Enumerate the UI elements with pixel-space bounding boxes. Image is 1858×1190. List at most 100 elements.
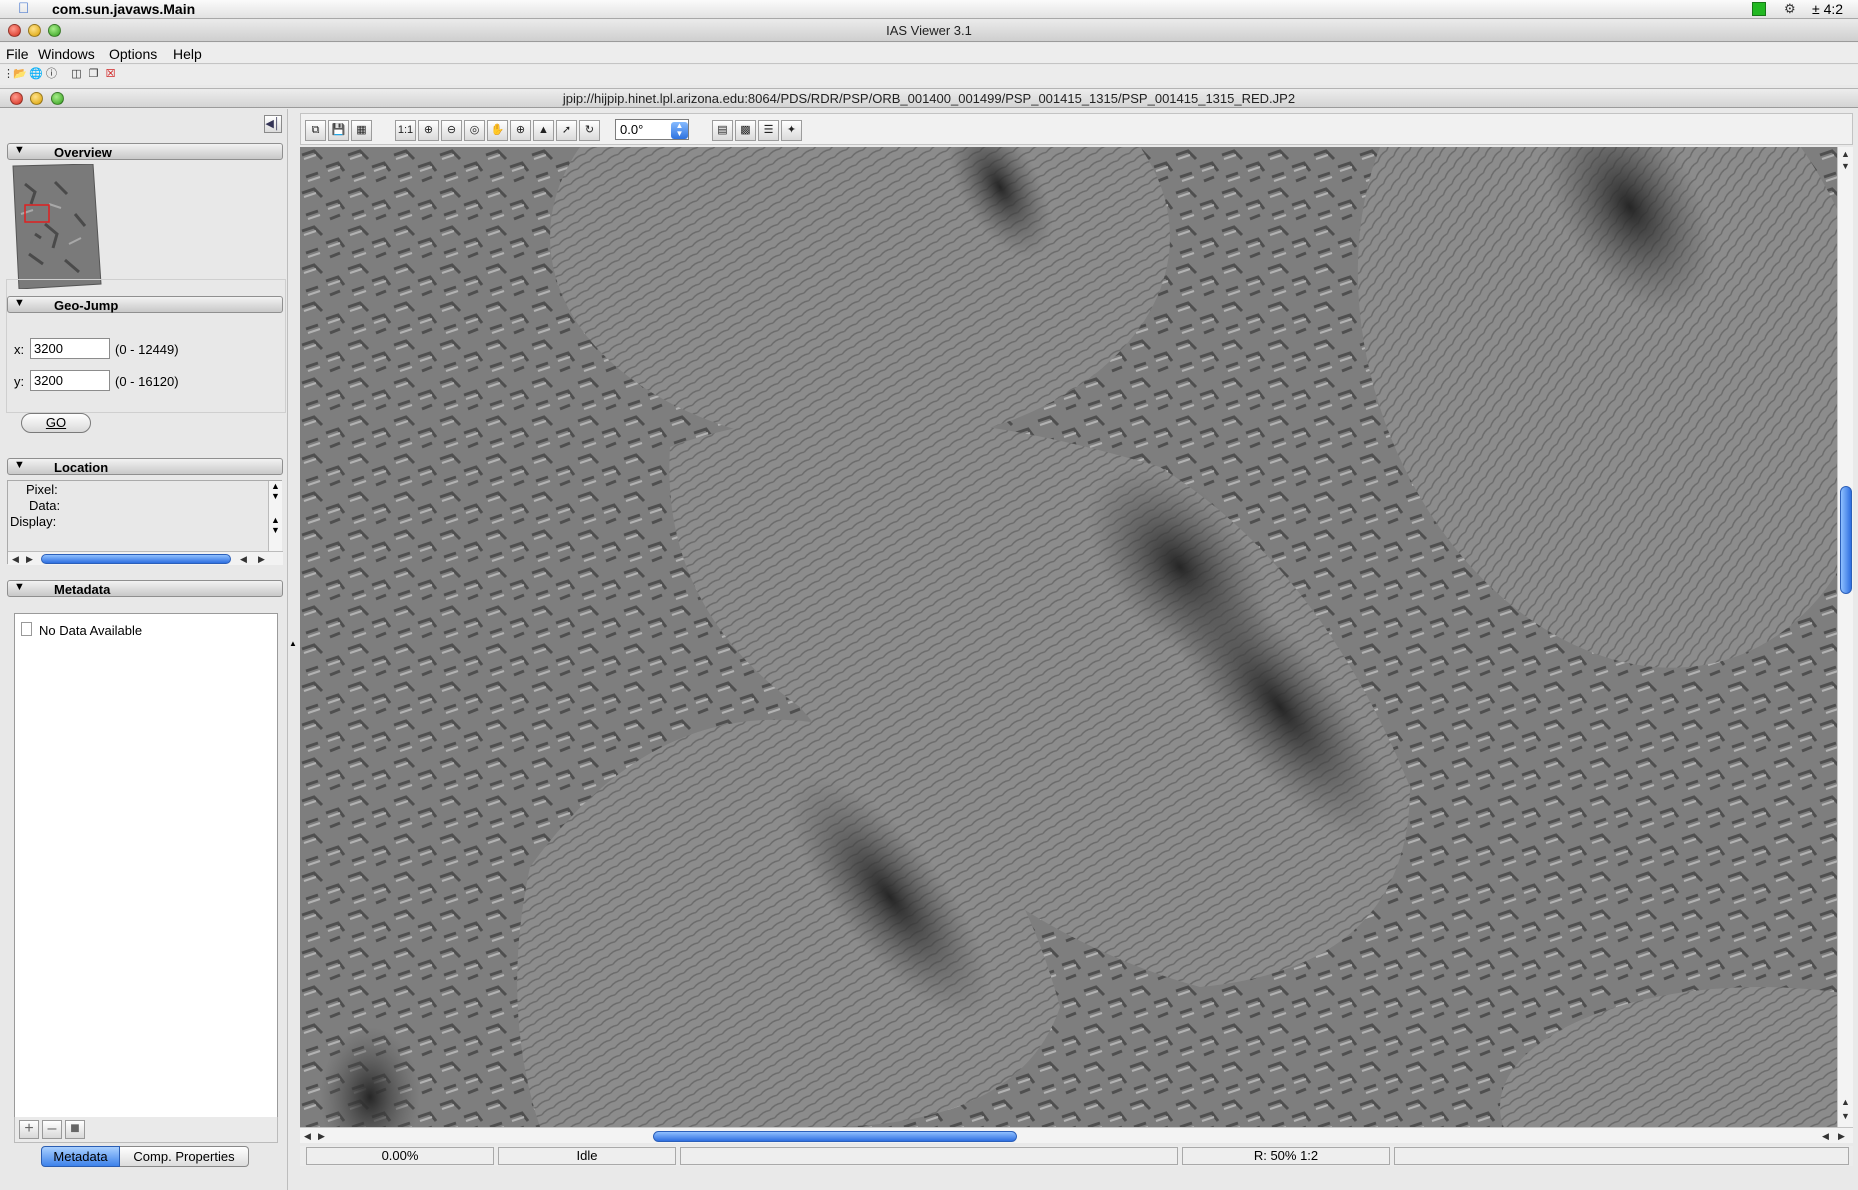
scroll-down-icon[interactable]: ▼ xyxy=(1841,161,1850,171)
bluetooth-icon[interactable]: ⚙ xyxy=(1784,1,1796,17)
collapse-sidebar-button[interactable]: ◀│ xyxy=(264,115,282,133)
zoom-in-icon[interactable]: ⊕ xyxy=(418,120,439,141)
window-title: IAS Viewer 3.1 xyxy=(886,23,972,38)
scroll-left-icon[interactable]: ◀ xyxy=(1822,1131,1829,1142)
y-range: (0 - 16120) xyxy=(115,374,179,389)
data-label: Data: xyxy=(29,498,61,513)
square-icon[interactable]: ■ xyxy=(65,1120,85,1139)
scroll-right-icon[interactable]: ▶ xyxy=(318,1131,325,1142)
rotation-value: 0.0° xyxy=(620,122,644,137)
go-button[interactable]: GO xyxy=(21,413,91,433)
statusbar: 0.00% Idle R: 50% 1:2 xyxy=(300,1146,1853,1166)
stretch-icon[interactable]: ▤ xyxy=(712,120,733,141)
scroll-down-icon[interactable]: ▼ xyxy=(1841,1111,1850,1121)
info-icon[interactable]: ⓘ xyxy=(45,67,58,81)
menu-options[interactable]: Options xyxy=(109,46,157,62)
add-icon[interactable]: + xyxy=(19,1120,39,1139)
extra-status xyxy=(1394,1147,1849,1165)
y-coordinate-input[interactable] xyxy=(30,370,110,391)
location-panel: Pixel: Data: Display: ▲ ▼ ▲ ▼ ◀ ▶ ◀ ▶ xyxy=(7,480,283,565)
x-range: (0 - 12449) xyxy=(115,342,179,357)
menu-file[interactable]: File xyxy=(6,46,29,62)
metadata-section-header[interactable]: ▼ Metadata xyxy=(7,580,283,597)
clock[interactable]: ± 4:2 xyxy=(1812,1,1843,17)
message-status xyxy=(680,1147,1178,1165)
scroll-up-icon[interactable]: ▲ xyxy=(269,481,282,491)
state-status: Idle xyxy=(498,1147,676,1165)
location-horizontal-scrollbar[interactable]: ◀ ▶ ◀ ▶ xyxy=(8,551,283,565)
scroll-right-icon[interactable]: ▶ xyxy=(26,554,33,565)
splitter-arrow-icon[interactable]: ▲ xyxy=(289,639,297,648)
image-frame-titlebar: jpip://hijpip.hinet.lpl.arizona.edu:8064… xyxy=(0,88,1858,108)
crosshair-icon[interactable]: ⊕ xyxy=(510,120,531,141)
color-bands-icon[interactable]: ▦ xyxy=(351,120,372,141)
sparkle-icon[interactable]: ✦ xyxy=(781,120,802,141)
scroll-down-icon[interactable]: ▼ xyxy=(269,491,282,501)
scroll-up-icon[interactable]: ▲ xyxy=(1841,149,1850,159)
tile-vertical-icon[interactable]: ◫ xyxy=(70,67,83,81)
close-all-icon[interactable]: ☒ xyxy=(104,67,117,81)
rotation-stepper[interactable]: ▲ ▼ xyxy=(671,122,688,139)
scroll-left-icon[interactable]: ◀ xyxy=(240,554,247,565)
pan-hand-icon[interactable]: ✋ xyxy=(487,120,508,141)
x-label: x: xyxy=(14,342,25,357)
histogram-icon[interactable]: ▩ xyxy=(735,120,756,141)
location-section-header[interactable]: ▼ Location xyxy=(7,458,283,475)
document-icon xyxy=(21,622,32,636)
apple-icon[interactable]:  xyxy=(18,0,29,17)
y-label: y: xyxy=(14,374,25,389)
metadata-toolbar: + – ■ xyxy=(14,1117,278,1143)
image-horizontal-scrollbar[interactable]: ◀ ▶ ◀ ▶ xyxy=(300,1127,1853,1143)
pixel-label: Pixel: xyxy=(26,482,58,497)
app-menubar: File Windows Options Help xyxy=(0,43,1858,64)
filter-icon[interactable]: ▲ xyxy=(533,120,554,141)
progress-status: 0.00% xyxy=(306,1147,494,1165)
battery-icon[interactable] xyxy=(1752,2,1766,16)
display-label: Display: xyxy=(10,514,57,529)
expand-triangle-icon: ▼ xyxy=(14,459,25,471)
tab-comp-properties[interactable]: Comp. Properties xyxy=(120,1146,249,1167)
resolution-status: R: 50% 1:2 xyxy=(1182,1147,1390,1165)
copy-icon[interactable]: ⧉ xyxy=(305,120,326,141)
scroll-up-icon[interactable]: ▲ xyxy=(269,515,282,525)
properties-icon[interactable]: ☰ xyxy=(758,120,779,141)
scroll-left-icon[interactable]: ◀ xyxy=(304,1131,311,1142)
mars-dunes-image xyxy=(300,147,1837,1127)
horizontal-scroll-thumb[interactable] xyxy=(653,1131,1017,1142)
scroll-right-icon[interactable]: ▶ xyxy=(1838,1131,1845,1142)
menu-help[interactable]: Help xyxy=(173,46,202,62)
zoom-out-icon[interactable]: ⊖ xyxy=(441,120,462,141)
overview-thumbnail[interactable] xyxy=(5,164,103,289)
x-coordinate-input[interactable] xyxy=(30,338,110,359)
metadata-empty-text: No Data Available xyxy=(39,623,143,638)
expand-triangle-icon: ▼ xyxy=(14,581,25,593)
expand-triangle-icon: ▼ xyxy=(14,144,25,156)
zoom-fit-icon[interactable]: ◎ xyxy=(464,120,485,141)
image-vertical-scrollbar[interactable]: ▲ ▼ ▲ ▼ xyxy=(1837,147,1853,1127)
location-vertical-scrollbar[interactable]: ▲ ▼ ▲ ▼ xyxy=(268,481,282,551)
metadata-tree[interactable]: No Data Available xyxy=(14,613,278,1118)
remove-icon[interactable]: – xyxy=(42,1120,62,1139)
location-scroll-thumb[interactable] xyxy=(41,554,231,564)
vertical-scroll-thumb[interactable] xyxy=(1840,486,1852,594)
scroll-down-icon[interactable]: ▼ xyxy=(269,525,282,535)
tab-metadata[interactable]: Metadata xyxy=(41,1146,120,1167)
open-folder-icon[interactable]: 📂 xyxy=(13,67,27,81)
system-menubar:  com.sun.javaws.Main ⚙ ± 4:2 xyxy=(0,0,1858,19)
overview-section-header[interactable]: ▼ Overview xyxy=(7,143,283,160)
menu-windows[interactable]: Windows xyxy=(38,46,95,62)
overview-image-icon xyxy=(5,164,103,289)
pointer-icon[interactable]: ➚ xyxy=(556,120,577,141)
image-viewport[interactable] xyxy=(300,147,1837,1127)
app-menu-title[interactable]: com.sun.javaws.Main xyxy=(52,1,195,17)
cascade-icon[interactable]: ❐ xyxy=(87,67,100,81)
zoom-1to1-button[interactable]: 1:1 xyxy=(395,120,416,141)
sidebar: ◀│ ▼ Overview ▼ Geo-Jump x: (0 - 12449) … xyxy=(0,109,297,1190)
globe-icon[interactable]: 🌐 xyxy=(29,67,43,81)
frame-title: jpip://hijpip.hinet.lpl.arizona.edu:8064… xyxy=(562,91,1296,106)
scroll-up-icon[interactable]: ▲ xyxy=(1841,1097,1850,1107)
save-icon[interactable]: 💾 xyxy=(328,120,349,141)
scroll-left-icon[interactable]: ◀ xyxy=(12,554,19,565)
rotate-icon[interactable]: ↻ xyxy=(579,120,600,141)
scroll-right-icon[interactable]: ▶ xyxy=(258,554,265,565)
